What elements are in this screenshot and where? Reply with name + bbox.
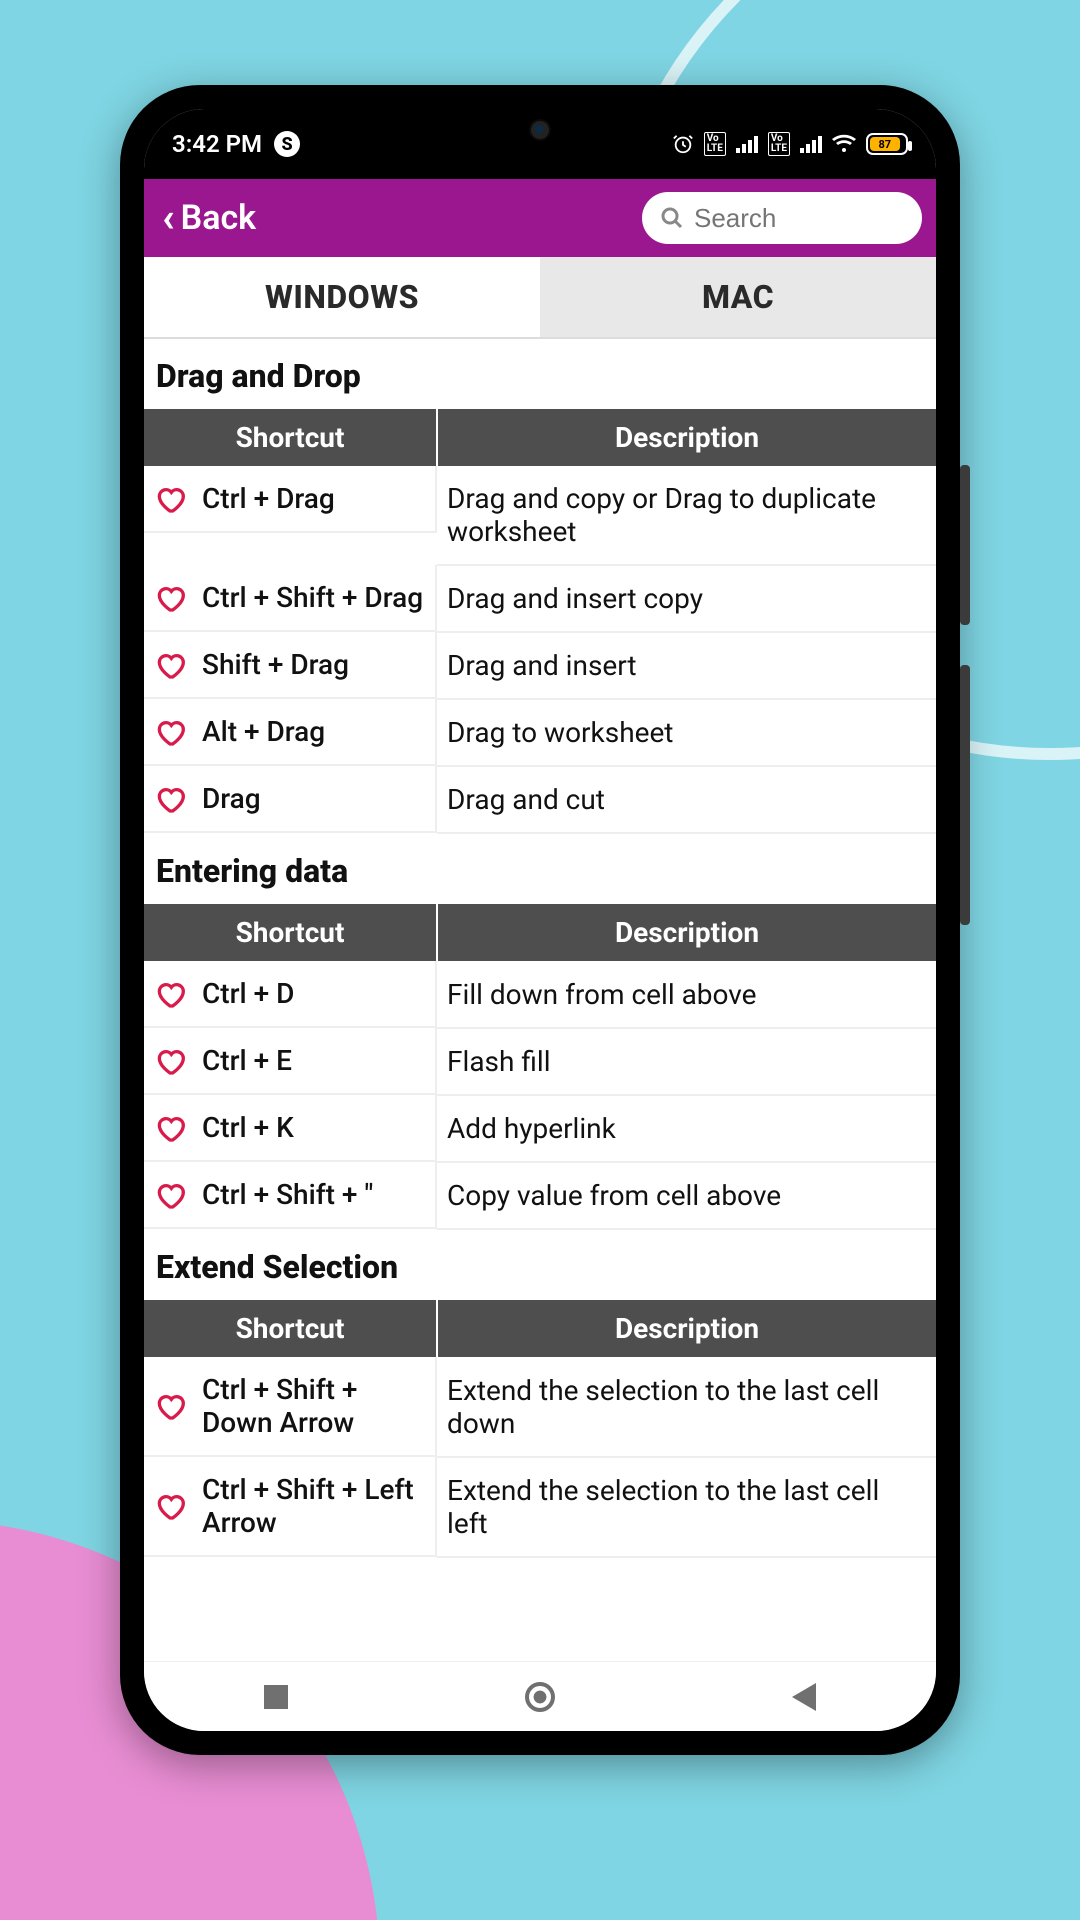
signal-icon-2 xyxy=(800,135,822,153)
android-nav-bar xyxy=(144,1661,936,1731)
shortcut-key: Ctrl + K xyxy=(202,1111,294,1144)
shortcut-list[interactable]: Drag and DropShortcutDescriptionCtrl + D… xyxy=(144,339,936,1661)
table-row: Ctrl + Drag Drag and copy or Drag to dupl… xyxy=(144,466,936,565)
column-header-shortcut: Shortcut xyxy=(144,1300,437,1357)
tab-mac[interactable]: MAC xyxy=(540,257,936,337)
volte-icon-2: VoLTE xyxy=(768,132,790,156)
favorite-icon[interactable] xyxy=(154,978,186,1010)
description-cell: Add hyperlink xyxy=(437,1095,936,1162)
volte-icon-1: VoLTE xyxy=(704,132,726,156)
shortcut-cell: Ctrl + Shift + Drag xyxy=(144,565,437,632)
phone-frame: 3:42 PM S VoLTE VoLTE 87 xyxy=(120,85,960,1755)
shortcut-cell: Ctrl + Drag xyxy=(144,466,437,533)
shortcut-cell: Ctrl + Shift + Down Arrow xyxy=(144,1357,437,1457)
battery-icon: 87 xyxy=(866,133,908,155)
shortcut-key: Ctrl + Shift + Down Arrow xyxy=(202,1373,425,1439)
section-title: Extend Selection xyxy=(144,1230,936,1300)
shortcut-cell: Ctrl + D xyxy=(144,961,437,1028)
app-header: ‹ Back xyxy=(144,179,936,257)
shortcut-key: Ctrl + Shift + Left Arrow xyxy=(202,1473,425,1539)
shortcut-key: Ctrl + E xyxy=(202,1044,292,1077)
shortcut-cell: Ctrl + E xyxy=(144,1028,437,1095)
back-nav-button[interactable] xyxy=(788,1681,820,1713)
shortcut-key: Alt + Drag xyxy=(202,715,325,748)
battery-level: 87 xyxy=(870,137,900,151)
table-row: Ctrl + Shift + Down ArrowExtend the sele… xyxy=(144,1357,936,1457)
favorite-icon[interactable] xyxy=(154,783,186,815)
shortcut-cell: Ctrl + Shift + " xyxy=(144,1162,437,1229)
description-cell: Drag and insert xyxy=(437,632,936,699)
shortcut-table: ShortcutDescription Ctrl + Drag Drag and c… xyxy=(144,409,936,834)
favorite-icon[interactable] xyxy=(154,483,186,515)
description-cell: Drag to worksheet xyxy=(437,699,936,766)
description-cell: Extend the selection to the last cell le… xyxy=(437,1457,936,1557)
description-cell: Copy value from cell above xyxy=(437,1162,936,1229)
front-camera xyxy=(529,119,551,141)
column-header-description: Description xyxy=(437,904,936,961)
favorite-icon[interactable] xyxy=(154,1490,186,1522)
chevron-left-icon: ‹ xyxy=(162,198,175,238)
column-header-shortcut: Shortcut xyxy=(144,904,437,961)
favorite-icon[interactable] xyxy=(154,582,186,614)
favorite-icon[interactable] xyxy=(154,1390,186,1422)
tab-windows[interactable]: WINDOWS xyxy=(144,257,540,337)
shortcut-key: Ctrl + Drag xyxy=(202,482,335,515)
table-row: Shift + Drag Drag and insert xyxy=(144,632,936,699)
search-icon xyxy=(660,206,684,230)
description-cell: Extend the selection to the last cell do… xyxy=(437,1357,936,1457)
description-cell: Drag and cut xyxy=(437,766,936,833)
table-row: Ctrl + E Flash fill xyxy=(144,1028,936,1095)
column-header-description: Description xyxy=(437,409,936,466)
description-cell: Drag and copy or Drag to duplicate works… xyxy=(437,466,936,565)
favorite-icon[interactable] xyxy=(154,716,186,748)
shortcut-table: ShortcutDescriptionCtrl + Shift + Down A… xyxy=(144,1300,936,1558)
shortcut-key: Ctrl + D xyxy=(202,977,294,1010)
recents-button[interactable] xyxy=(260,1681,292,1713)
section-title: Entering data xyxy=(144,834,936,904)
shortcut-cell: Shift + Drag xyxy=(144,632,437,699)
column-header-description: Description xyxy=(437,1300,936,1357)
table-row: Ctrl + Shift + " Copy value from cell abo… xyxy=(144,1162,936,1229)
alarm-icon xyxy=(672,133,694,155)
home-button[interactable] xyxy=(524,1681,556,1713)
table-row: Ctrl + Shift + Drag Drag and insert copy xyxy=(144,565,936,632)
favorite-icon[interactable] xyxy=(154,1179,186,1211)
wifi-icon xyxy=(832,134,856,154)
volume-button xyxy=(960,465,970,625)
shortcut-table: ShortcutDescription Ctrl + D Fill down fro… xyxy=(144,904,936,1230)
platform-tabs: WINDOWS MAC xyxy=(144,257,936,339)
column-header-shortcut: Shortcut xyxy=(144,409,437,466)
skype-icon: S xyxy=(274,131,300,157)
description-cell: Flash fill xyxy=(437,1028,936,1095)
shortcut-key: Ctrl + Shift + " xyxy=(202,1178,373,1211)
search-input[interactable] xyxy=(694,203,904,234)
table-row: Ctrl + K Add hyperlink xyxy=(144,1095,936,1162)
search-field[interactable] xyxy=(642,192,922,244)
favorite-icon[interactable] xyxy=(154,1112,186,1144)
shortcut-cell: Drag xyxy=(144,766,437,833)
favorite-icon[interactable] xyxy=(154,1045,186,1077)
shortcut-key: Drag xyxy=(202,782,261,815)
table-row: Alt + Drag Drag to worksheet xyxy=(144,699,936,766)
shortcut-key: Shift + Drag xyxy=(202,648,349,681)
status-time: 3:42 PM xyxy=(172,130,262,158)
favorite-icon[interactable] xyxy=(154,649,186,681)
description-cell: Fill down from cell above xyxy=(437,961,936,1028)
shortcut-cell: Ctrl + Shift + Left Arrow xyxy=(144,1457,437,1557)
section-title: Drag and Drop xyxy=(144,339,936,409)
shortcut-cell: Alt + Drag xyxy=(144,699,437,766)
table-row: Ctrl + Shift + Left ArrowExtend the sele… xyxy=(144,1457,936,1557)
power-button xyxy=(960,665,970,925)
phone-screen: 3:42 PM S VoLTE VoLTE 87 xyxy=(144,109,936,1731)
table-row: Drag Drag and cut xyxy=(144,766,936,833)
signal-icon-1 xyxy=(736,135,758,153)
back-label: Back xyxy=(181,198,257,238)
shortcut-key: Ctrl + Shift + Drag xyxy=(202,581,423,614)
description-cell: Drag and insert copy xyxy=(437,565,936,632)
phone-notch xyxy=(410,109,670,149)
back-button[interactable]: ‹ Back xyxy=(162,198,256,238)
shortcut-cell: Ctrl + K xyxy=(144,1095,437,1162)
table-row: Ctrl + D Fill down from cell above xyxy=(144,961,936,1028)
